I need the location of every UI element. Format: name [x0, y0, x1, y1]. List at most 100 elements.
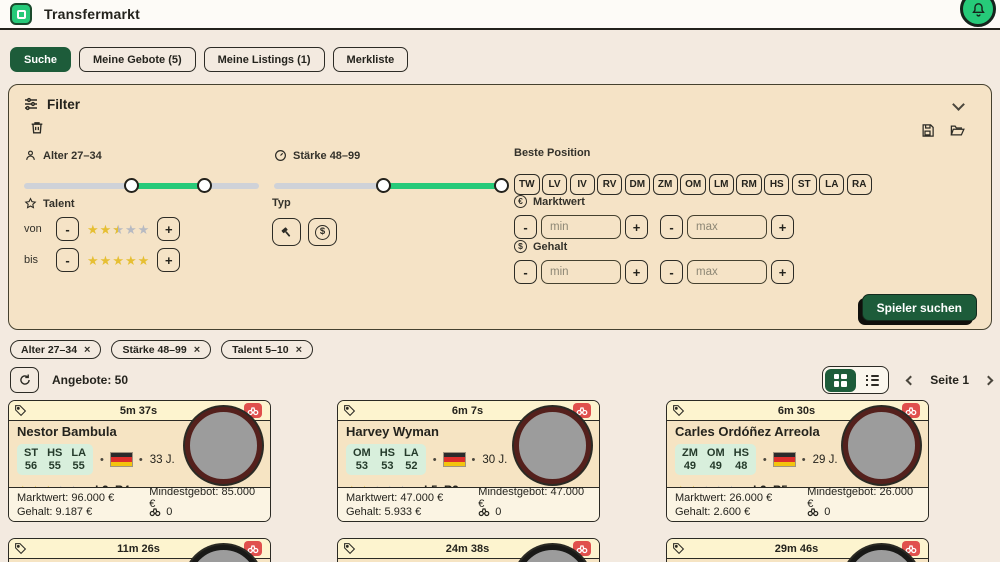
germany-flag-icon — [111, 453, 132, 466]
salary-min-minus-button[interactable]: - — [514, 260, 537, 284]
position-option-iv[interactable]: IV — [570, 174, 595, 195]
app-logo-icon[interactable] — [10, 3, 32, 25]
talent-to-minus-button[interactable]: - — [56, 248, 79, 272]
separator-dot: • — [802, 454, 806, 466]
auction-type-button[interactable] — [272, 218, 301, 246]
talent-filter: Talent von - ★★★★★★ + bis - ★★★★★ + — [24, 197, 180, 272]
binoculars-icon — [247, 406, 259, 416]
talent-from-plus-button[interactable]: + — [157, 217, 180, 241]
app-title: Transfermarkt — [44, 6, 140, 22]
chip-remove-icon[interactable]: × — [194, 344, 200, 356]
market-value-max-plus-button[interactable]: + — [771, 215, 794, 239]
chip-remove-icon[interactable]: × — [296, 344, 302, 356]
salary-min-plus-button[interactable]: + — [625, 260, 648, 284]
market-value-min-minus-button[interactable]: - — [514, 215, 537, 239]
position-rating: HS53 — [380, 447, 395, 472]
position-rating: ST56 — [24, 447, 38, 472]
filter-chip-st-rke-48-99: Stärke 48–99× — [111, 340, 211, 359]
card-footer: Marktwert: 26.000 € Mindestgebot: 26.000… — [667, 487, 928, 521]
dollar-coin-icon: $ — [315, 225, 330, 240]
position-option-la[interactable]: LA — [819, 174, 844, 195]
load-filter-button[interactable] — [949, 123, 965, 138]
tabs: Suche Meine Gebote (5) Meine Listings (1) M… — [10, 47, 1000, 72]
position-rating: HS48 — [734, 447, 749, 472]
position-option-tw[interactable]: TW — [514, 174, 540, 195]
salary-min-input[interactable] — [541, 260, 621, 284]
player-card[interactable]: 6m 30s Carles Ordóñez Arreola ZM49OM49HS… — [666, 400, 929, 522]
grid-view-button[interactable] — [825, 369, 856, 392]
star-icon: ★ — [138, 254, 150, 267]
player-card[interactable]: 11m 26s Timmy Emard-Smitham • • • — [8, 538, 271, 562]
player-age: 33 J. — [150, 454, 175, 466]
star-icon: ★ — [125, 223, 137, 236]
salary-max-plus-button[interactable]: + — [771, 260, 794, 284]
player-age: 30 J. — [482, 454, 507, 466]
player-card[interactable]: 29m 46s Jesper Lindberg • • • — [666, 538, 929, 562]
position-option-om[interactable]: OM — [680, 174, 706, 195]
player-card[interactable]: 5m 37s Nestor Bambula ST56HS55LA55 • • 3… — [8, 400, 271, 522]
collapse-chevron-icon[interactable] — [952, 98, 965, 111]
market-value-max-input[interactable] — [687, 215, 767, 239]
strength-filter: Stärke 48–99 — [274, 149, 509, 194]
card-footer: Marktwert: 96.000 € Mindestgebot: 85.000… — [9, 487, 270, 521]
star-icon: ★ — [87, 254, 99, 267]
separator-dot: • — [139, 454, 143, 466]
talent-to-plus-button[interactable]: + — [157, 248, 180, 272]
position-option-st[interactable]: ST — [792, 174, 817, 195]
binoculars-icon — [149, 507, 161, 517]
position-option-rv[interactable]: RV — [597, 174, 622, 195]
player-card[interactable]: 24m 38s Robert Cummerata • • • — [337, 538, 600, 562]
clear-filters-button[interactable] — [29, 119, 45, 136]
notifications-button[interactable] — [960, 0, 996, 27]
tab-meine-listings-1[interactable]: Meine Listings (1) — [204, 47, 325, 72]
buy-now-type-button[interactable]: $ — [308, 218, 337, 246]
market-value-max-minus-button[interactable]: - — [660, 215, 683, 239]
salary-filter: $ Gehalt - + - + — [514, 240, 794, 284]
tab-merkliste[interactable]: Merkliste — [333, 47, 409, 72]
typ-filter: Typ $ — [272, 197, 337, 246]
market-value-min-plus-button[interactable]: + — [625, 215, 648, 239]
tab-suche[interactable]: Suche — [10, 47, 71, 72]
age-slider-max-handle[interactable] — [197, 178, 212, 193]
position-option-hs[interactable]: HS — [764, 174, 789, 195]
player-avatar — [843, 407, 920, 484]
strength-slider-max-handle[interactable] — [494, 178, 509, 193]
save-filter-button[interactable] — [920, 123, 935, 138]
position-option-dm[interactable]: DM — [625, 174, 651, 195]
market-value-min-input[interactable] — [541, 215, 621, 239]
talent-from-minus-button[interactable]: - — [56, 217, 79, 241]
binoculars-icon — [247, 544, 259, 554]
tag-icon — [14, 404, 27, 417]
tab-meine-gebote-5[interactable]: Meine Gebote (5) — [79, 47, 196, 72]
age-slider-min-handle[interactable] — [124, 178, 139, 193]
list-view-button[interactable] — [857, 367, 888, 393]
position-option-zm[interactable]: ZM — [653, 174, 678, 195]
next-page-chevron-icon[interactable] — [984, 375, 994, 385]
refresh-button[interactable] — [10, 367, 39, 393]
salary-max-input[interactable] — [687, 260, 767, 284]
salary: Gehalt: 9.187 € — [17, 506, 149, 518]
position-option-ra[interactable]: RA — [847, 174, 872, 195]
position-rating: ZM49 — [682, 447, 698, 472]
best-position-filter: Beste Position TWLVIVRVDMZMOMLMRMHSSTLAR… — [514, 147, 872, 195]
talent-to-label: bis — [24, 254, 48, 266]
strength-range-slider — [274, 178, 509, 194]
card-body: Nestor Bambula ST56HS55LA55 • • 33 J. ★★… — [9, 421, 270, 487]
offers-count: Angebote: 50 — [52, 373, 128, 387]
position-option-rm[interactable]: RM — [736, 174, 762, 195]
positions-box: OM53HS53LA52 — [346, 444, 426, 475]
salary: Gehalt: 2.600 € — [675, 506, 807, 518]
strength-slider-min-handle[interactable] — [376, 178, 391, 193]
chip-remove-icon[interactable]: × — [84, 344, 90, 356]
player-card[interactable]: 6m 7s Harvey Wyman OM53HS53LA52 • • 30 J… — [337, 400, 600, 522]
player-age: 29 J. — [813, 454, 838, 466]
market-value-label: Marktwert — [533, 196, 585, 208]
salary-max-minus-button[interactable]: - — [660, 260, 683, 284]
strength-filter-label: Stärke 48–99 — [293, 150, 360, 162]
watchers-count: 0 — [824, 506, 830, 518]
position-option-lv[interactable]: LV — [542, 174, 567, 195]
prev-page-chevron-icon[interactable] — [906, 375, 916, 385]
position-option-lm[interactable]: LM — [709, 174, 734, 195]
search-players-button[interactable]: Spieler suchen — [862, 294, 977, 321]
tag-icon — [672, 404, 685, 417]
